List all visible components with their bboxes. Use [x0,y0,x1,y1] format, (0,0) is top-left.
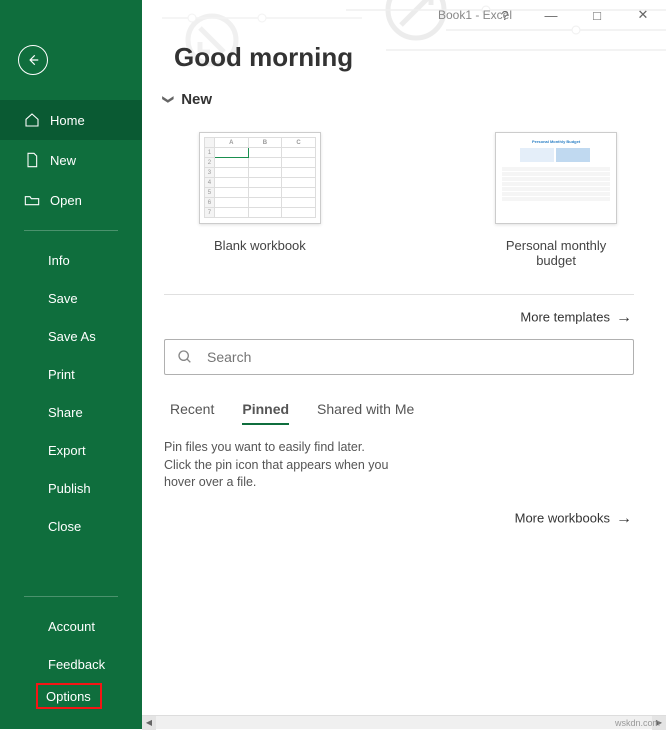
file-icon [24,152,40,168]
more-workbooks-link[interactable]: More workbooks→ [164,510,634,528]
nav-new[interactable]: New [0,140,142,180]
nav-export[interactable]: Export [0,431,142,469]
arrow-right-icon: → [616,510,632,527]
tab-recent[interactable]: Recent [170,401,214,425]
horizontal-scrollbar[interactable]: ◀ ▶ [142,715,666,729]
template-personal-budget[interactable]: Personal Monthly Budget Personal monthly… [488,132,624,268]
back-button[interactable] [18,45,48,75]
nav-account[interactable]: Account [0,607,142,645]
nav-feedback[interactable]: Feedback [0,645,142,683]
minimize-button[interactable]: — [528,0,574,30]
more-templates-link[interactable]: More templates→ [164,294,634,327]
main-panel: Book1 - Excel ? — □ ✕ Good morning ❯ New… [142,0,666,715]
titlebar: Book1 - Excel ? — □ ✕ [284,0,666,30]
divider [24,230,118,231]
home-icon [24,112,40,128]
nav-info[interactable]: Info [0,241,142,279]
greeting: Good morning [174,42,666,73]
nav-saveas[interactable]: Save As [0,317,142,355]
search-input[interactable] [207,349,621,365]
blank-workbook-thumb: ABC 1 2 3 4 5 6 7 [199,132,321,224]
nav-new-label: New [50,153,76,168]
budget-thumb: Personal Monthly Budget [495,132,617,224]
divider [24,596,118,597]
nav-print[interactable]: Print [0,355,142,393]
template-budget-label: Personal monthly budget [488,238,624,268]
nav-open[interactable]: Open [0,180,142,220]
nav-close[interactable]: Close [0,507,142,545]
new-section-header[interactable]: ❯ New [164,91,634,108]
sidebar: Home New Open Info Save Save As Print Sh… [0,0,142,729]
nav-save[interactable]: Save [0,279,142,317]
tab-pinned[interactable]: Pinned [242,401,289,425]
search-icon [177,349,193,365]
folder-open-icon [24,192,40,208]
scroll-left-button[interactable]: ◀ [142,716,156,730]
nav-options[interactable]: Options [36,683,102,709]
nav-share[interactable]: Share [0,393,142,431]
nav-open-label: Open [50,193,82,208]
back-arrow-icon [26,53,40,67]
file-tabs: Recent Pinned Shared with Me [170,401,634,425]
watermark: wskdn.com [615,718,660,728]
close-window-button[interactable]: ✕ [620,0,666,30]
template-blank-workbook[interactable]: ABC 1 2 3 4 5 6 7 Blank workbook [192,132,328,268]
template-blank-label: Blank workbook [192,238,328,253]
search-box[interactable] [164,339,634,375]
arrow-right-icon: → [616,309,632,326]
window-title: Book1 - Excel [438,8,512,22]
pinned-empty-hint: Pin files you want to easily find later.… [164,439,394,492]
nav-publish[interactable]: Publish [0,469,142,507]
nav-home[interactable]: Home [0,100,142,140]
maximize-button[interactable]: □ [574,0,620,30]
nav-home-label: Home [50,113,85,128]
chevron-down-icon: ❯ [162,95,175,104]
new-section-label: New [181,91,212,108]
tab-shared[interactable]: Shared with Me [317,401,414,425]
